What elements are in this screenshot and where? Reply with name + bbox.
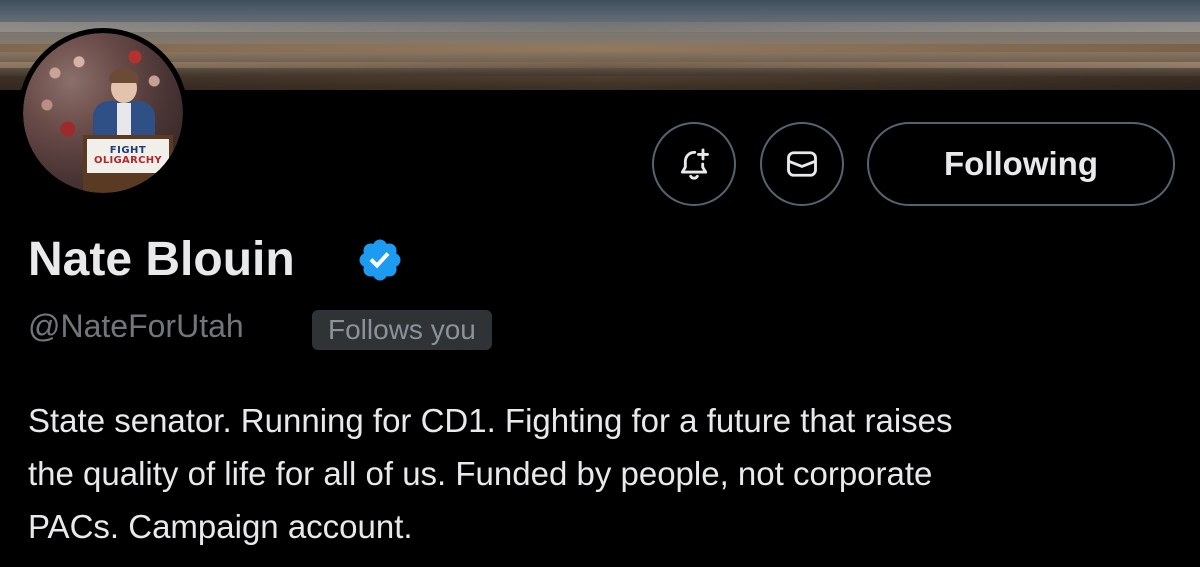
avatar[interactable]: FIGHT OLIGARCHY [18,28,188,198]
podium-sign-line-2: OLIGARCHY [94,155,162,166]
bio-line: the quality of life for all of us. Funde… [28,455,933,492]
display-name: Nate Blouin [28,233,295,286]
bio-line: State senator. Running for CD1. Fighting… [28,402,953,439]
message-button[interactable] [760,122,844,206]
bio-line: PACs. Campaign account. [28,508,413,545]
banner-landscape-layer [0,22,1200,32]
user-handle: @NateForUtah [28,308,244,344]
following-button[interactable]: Following [867,122,1175,206]
bell-plus-icon [680,148,709,180]
envelope-icon [787,151,817,177]
avatar-podium-sign: FIGHT OLIGARCHY [87,139,169,173]
profile-bio: State senator. Running for CD1. Fighting… [28,394,1148,553]
follows-you-badge: Follows you [312,310,492,350]
verified-badge-icon[interactable] [356,236,404,284]
notifications-button[interactable] [652,122,736,206]
avatar-photo: FIGHT OLIGARCHY [23,33,183,193]
avatar-speaker-hair [109,69,139,83]
profile-page: FIGHT OLIGARCHY Following Nate Blouin @N… [0,0,1200,567]
